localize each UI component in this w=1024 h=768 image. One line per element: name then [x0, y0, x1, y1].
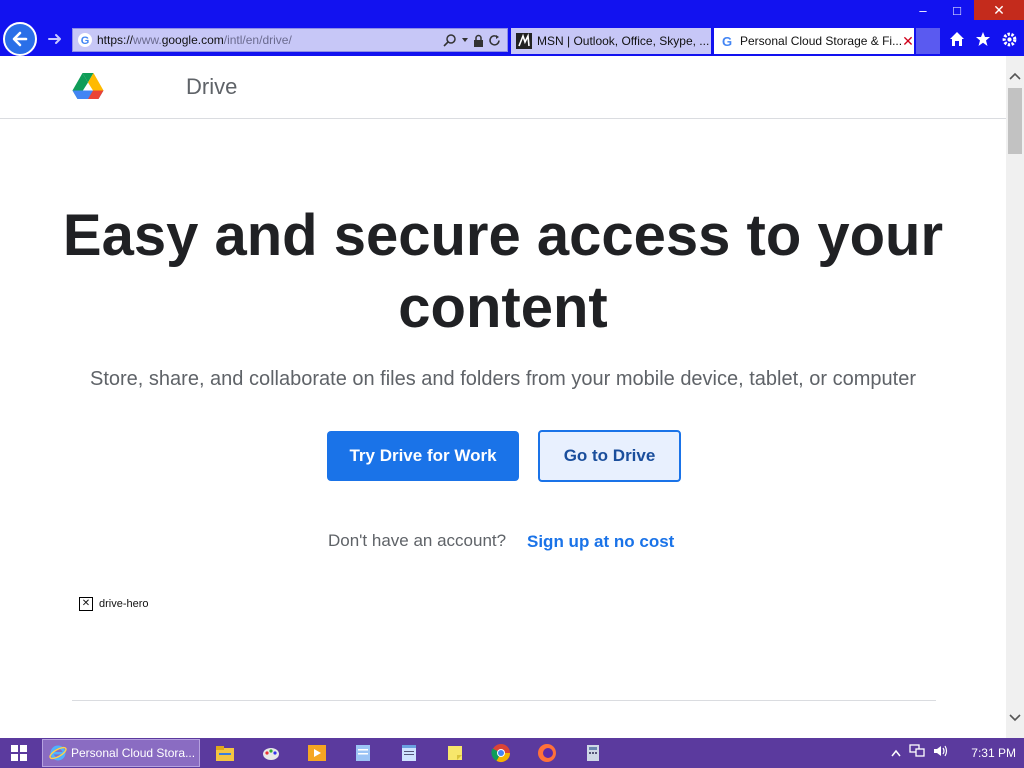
dropdown-arrow-icon[interactable]	[461, 36, 469, 44]
scroll-thumb[interactable]	[1008, 88, 1022, 154]
address-bar[interactable]: G https://www.google.com/intl/en/drive/	[72, 28, 508, 52]
close-window-button[interactable]: ✕	[974, 0, 1024, 20]
browser-chrome: – □ ✕ G https://www.google.com/intl/en/d…	[0, 0, 1024, 56]
file-explorer-icon[interactable]	[215, 743, 235, 763]
scroll-up-icon[interactable]	[1006, 66, 1024, 86]
forward-button[interactable]	[45, 28, 65, 50]
internet-explorer-icon	[49, 745, 67, 761]
new-tab-button[interactable]	[916, 28, 940, 54]
system-tray: 7:31 PM	[891, 738, 1024, 768]
notepad-blue-icon[interactable]	[353, 743, 373, 763]
url-text: https://www.google.com/intl/en/drive/	[97, 33, 292, 47]
web-page: Drive Easy and secure access to your con…	[0, 56, 1006, 738]
signup-link[interactable]: Sign up at no cost	[527, 532, 674, 552]
vertical-scrollbar[interactable]	[1006, 56, 1024, 738]
scroll-down-icon[interactable]	[1006, 708, 1024, 728]
show-hidden-icons-icon[interactable]	[891, 744, 901, 762]
gear-icon[interactable]	[1000, 28, 1018, 50]
image-alt-text: drive-hero	[99, 598, 149, 610]
favorites-star-icon[interactable]	[974, 28, 992, 50]
firefox-icon[interactable]	[537, 743, 557, 763]
svg-text:G: G	[722, 34, 732, 49]
taskbar-item-internet-explorer[interactable]: Personal Cloud Stora...	[42, 739, 200, 767]
back-button[interactable]	[3, 22, 37, 56]
arrow-left-icon	[12, 31, 28, 47]
refresh-icon[interactable]	[488, 34, 501, 47]
taskbar: Personal Cloud Stora... 7:31 PM	[0, 738, 1024, 768]
brand-name[interactable]: Drive	[186, 74, 237, 100]
home-icon[interactable]	[948, 28, 966, 50]
tab-label: Personal Cloud Storage & Fi...	[740, 34, 903, 48]
chrome-icon[interactable]	[491, 743, 511, 763]
taskbar-clock[interactable]: 7:31 PM	[971, 746, 1016, 760]
volume-icon[interactable]	[933, 744, 949, 763]
google-drive-logo[interactable]	[72, 72, 104, 100]
arrow-right-icon	[48, 34, 61, 44]
network-icon[interactable]	[909, 743, 925, 763]
go-to-drive-button[interactable]: Go to Drive	[538, 430, 681, 482]
hero-title: Easy and secure access to your content	[62, 203, 944, 340]
section-divider	[72, 700, 936, 701]
tab-label: MSN | Outlook, Office, Skype, ...	[537, 34, 710, 48]
msn-favicon-icon	[516, 33, 532, 49]
google-favicon-icon: G	[78, 33, 92, 47]
notepad-icon[interactable]	[399, 743, 419, 763]
search-icon[interactable]	[443, 33, 457, 47]
lock-icon[interactable]	[473, 34, 484, 47]
broken-image-icon: ✕	[79, 597, 93, 611]
paint-icon[interactable]	[261, 743, 281, 763]
sticky-notes-icon[interactable]	[445, 743, 465, 763]
tab-google-drive[interactable]: G Personal Cloud Storage & Fi... ✕	[714, 28, 914, 54]
window-controls: – □ ✕	[906, 0, 1024, 20]
maximize-button[interactable]: □	[940, 0, 974, 20]
hero-subtitle: Store, share, and collaborate on files a…	[90, 368, 916, 390]
site-header: Drive	[0, 56, 1006, 119]
taskbar-item-label: Personal Cloud Stora...	[71, 746, 196, 760]
minimize-button[interactable]: –	[906, 0, 940, 20]
try-drive-for-work-button[interactable]: Try Drive for Work	[327, 431, 519, 481]
windows-start-icon[interactable]	[0, 738, 38, 768]
close-tab-icon[interactable]: ✕	[902, 33, 914, 50]
calculator-icon[interactable]	[583, 743, 603, 763]
no-account-text: Don't have an account?	[328, 531, 507, 550]
tab-msn[interactable]: MSN | Outlook, Office, Skype, ...	[511, 28, 711, 54]
google-favicon-icon: G	[722, 34, 732, 49]
svg-text:G: G	[81, 35, 90, 47]
media-player-icon[interactable]	[307, 743, 327, 763]
broken-image-placeholder: ✕ drive-hero	[79, 597, 149, 611]
